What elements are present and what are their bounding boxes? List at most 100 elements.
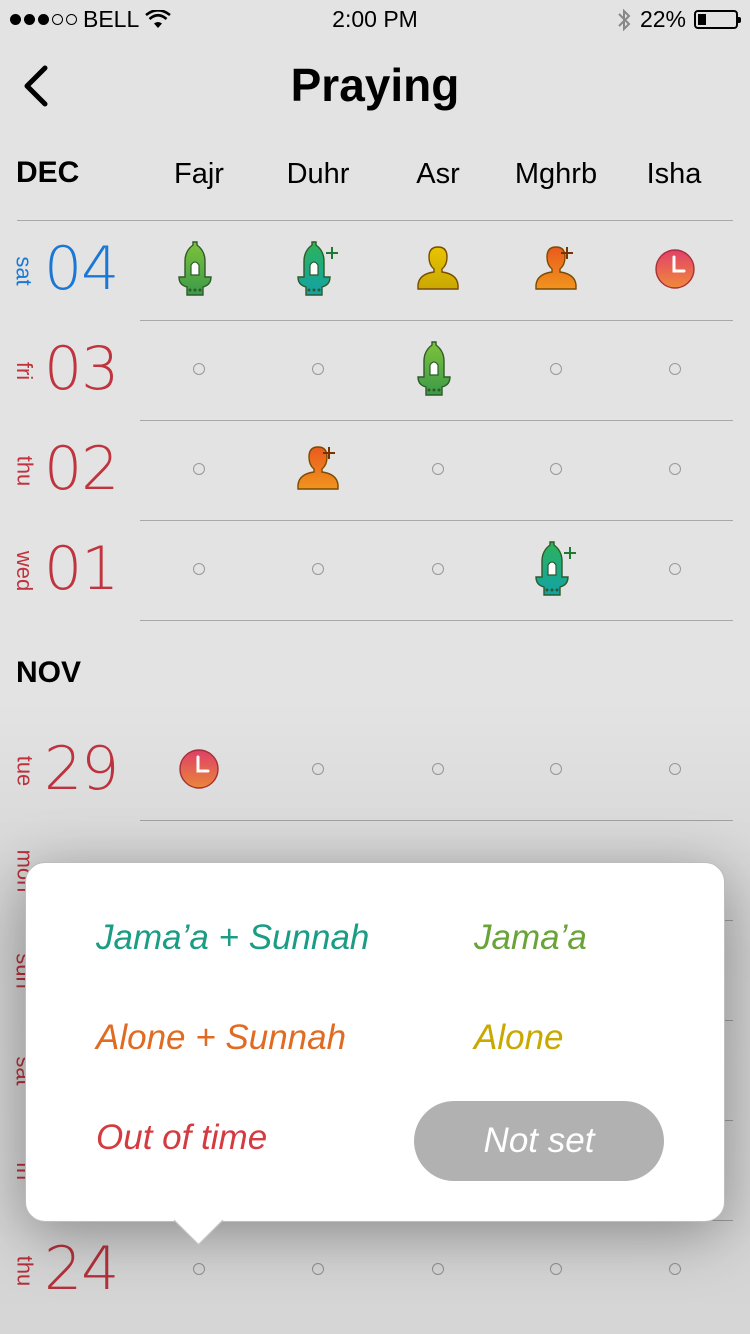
weekday-text: thu <box>12 455 37 487</box>
column-fajr: Fajr <box>174 158 224 190</box>
day-row: thu 24 <box>0 1220 750 1320</box>
person-icon <box>417 246 459 290</box>
empty-dot-icon <box>193 1263 205 1275</box>
weekday-label: wed <box>10 526 38 616</box>
empty-dot-icon-cell-fajr[interactable] <box>169 1239 229 1299</box>
weekday-text: wed <box>12 550 38 592</box>
battery-icon <box>694 10 741 29</box>
day-number: 24 <box>44 1234 119 1304</box>
weekday-text: fri <box>11 361 37 381</box>
mosque-plus-icon <box>535 541 576 596</box>
empty-dot-icon <box>669 363 681 375</box>
day-row: thu 02 <box>0 420 750 520</box>
weekday-label: sat <box>10 226 38 316</box>
empty-dot-icon-cell-asr[interactable] <box>408 439 468 499</box>
empty-dot-icon-cell-mghrb[interactable] <box>526 739 586 799</box>
empty-dot-icon-cell-isha[interactable] <box>645 739 705 799</box>
empty-dot-icon-cell-isha[interactable] <box>645 439 705 499</box>
person-plus-icon <box>535 246 577 290</box>
empty-dot-icon <box>312 763 324 775</box>
weekday-label: fri <box>10 326 38 416</box>
battery-percent: 22% <box>639 6 686 32</box>
option-alone-sunnah[interactable]: Alone + Sunnah <box>96 1018 346 1058</box>
empty-dot-icon-cell-asr[interactable] <box>408 739 468 799</box>
day-number: 03 <box>44 334 119 404</box>
column-asr: Asr <box>416 158 460 190</box>
mosque-icon-cell-fajr[interactable] <box>169 239 229 299</box>
status-right: 22% <box>616 6 741 33</box>
day-row: tue 29 <box>0 720 750 820</box>
column-duhr: Duhr <box>286 158 350 190</box>
bluetooth-icon <box>618 8 631 31</box>
status-picker-popup: Jama’a + Sunnah Jama’a Alone + Sunnah Al… <box>25 862 725 1246</box>
empty-dot-icon-cell-mghrb[interactable] <box>526 439 586 499</box>
empty-dot-icon <box>669 1263 681 1275</box>
empty-dot-icon-cell-duhr[interactable] <box>288 539 348 599</box>
mosque-icon <box>417 341 451 396</box>
month-label-nov: NOV <box>16 656 82 689</box>
row-divider <box>140 820 733 821</box>
person-plus-icon-cell-mghrb[interactable] <box>526 239 586 299</box>
weekday-text: thu <box>12 1255 37 1287</box>
empty-dot-icon-cell-mghrb[interactable] <box>526 339 586 399</box>
empty-dot-icon <box>432 463 444 475</box>
option-out-of-time[interactable]: Out of time <box>96 1118 267 1158</box>
empty-dot-icon-cell-fajr[interactable] <box>169 339 229 399</box>
empty-dot-icon <box>432 563 444 575</box>
option-jamaa[interactable]: Jama’a <box>474 918 587 958</box>
day-row: fri 03 <box>0 320 750 420</box>
column-mghrb: Mghrb <box>514 158 598 190</box>
empty-dot-icon-cell-isha[interactable] <box>645 339 705 399</box>
empty-dot-icon <box>312 563 324 575</box>
option-not-set-button[interactable]: Not set <box>414 1101 664 1181</box>
nav-bar: Praying <box>0 40 750 140</box>
day-number: 02 <box>44 434 119 504</box>
empty-dot-icon-cell-duhr[interactable] <box>288 739 348 799</box>
person-icon-cell-asr[interactable] <box>408 239 468 299</box>
empty-dot-icon <box>432 763 444 775</box>
mosque-icon-cell-asr[interactable] <box>408 339 468 399</box>
weekday-label: thu <box>10 426 38 516</box>
month-label-dec: DEC <box>16 156 80 189</box>
row-divider <box>140 620 733 621</box>
weekday-label: tue <box>10 726 38 816</box>
mosque-plus-icon-cell-duhr[interactable] <box>288 239 348 299</box>
day-row: sat 04 <box>0 220 750 320</box>
empty-dot-icon-cell-fajr[interactable] <box>169 539 229 599</box>
empty-dot-icon <box>193 363 205 375</box>
day-number: 29 <box>44 734 119 804</box>
weekday-label: thu <box>10 1226 38 1316</box>
option-alone[interactable]: Alone <box>474 1018 564 1058</box>
empty-dot-icon <box>669 763 681 775</box>
clock-icon-cell-isha[interactable] <box>645 239 705 299</box>
empty-dot-icon <box>193 563 205 575</box>
empty-dot-icon-cell-fajr[interactable] <box>169 439 229 499</box>
empty-dot-icon <box>550 1263 562 1275</box>
empty-dot-icon-cell-asr[interactable] <box>408 1239 468 1299</box>
empty-dot-icon-cell-duhr[interactable] <box>288 339 348 399</box>
empty-dot-icon <box>550 763 562 775</box>
mosque-plus-icon-cell-mghrb[interactable] <box>526 539 586 599</box>
empty-dot-icon <box>669 563 681 575</box>
empty-dot-icon-cell-duhr[interactable] <box>288 1239 348 1299</box>
empty-dot-icon-cell-isha[interactable] <box>645 1239 705 1299</box>
person-plus-icon <box>297 446 339 490</box>
mosque-plus-icon <box>297 241 338 296</box>
page-title: Praying <box>290 59 460 111</box>
empty-dot-icon <box>550 463 562 475</box>
empty-dot-icon <box>312 1263 324 1275</box>
day-row: wed 01 <box>0 520 750 620</box>
clock-icon <box>179 749 219 789</box>
weekday-text: tue <box>12 755 37 787</box>
weekday-text: sat <box>12 256 38 286</box>
column-isha: Isha <box>646 158 702 190</box>
option-jamaa-sunnah[interactable]: Jama’a + Sunnah <box>96 918 369 958</box>
clock-icon-cell-fajr[interactable] <box>169 739 229 799</box>
clock-icon <box>655 249 695 289</box>
mosque-icon <box>178 241 212 296</box>
day-number: 04 <box>44 234 119 304</box>
empty-dot-icon-cell-mghrb[interactable] <box>526 1239 586 1299</box>
person-plus-icon-cell-duhr[interactable] <box>288 439 348 499</box>
empty-dot-icon-cell-asr[interactable] <box>408 539 468 599</box>
empty-dot-icon-cell-isha[interactable] <box>645 539 705 599</box>
